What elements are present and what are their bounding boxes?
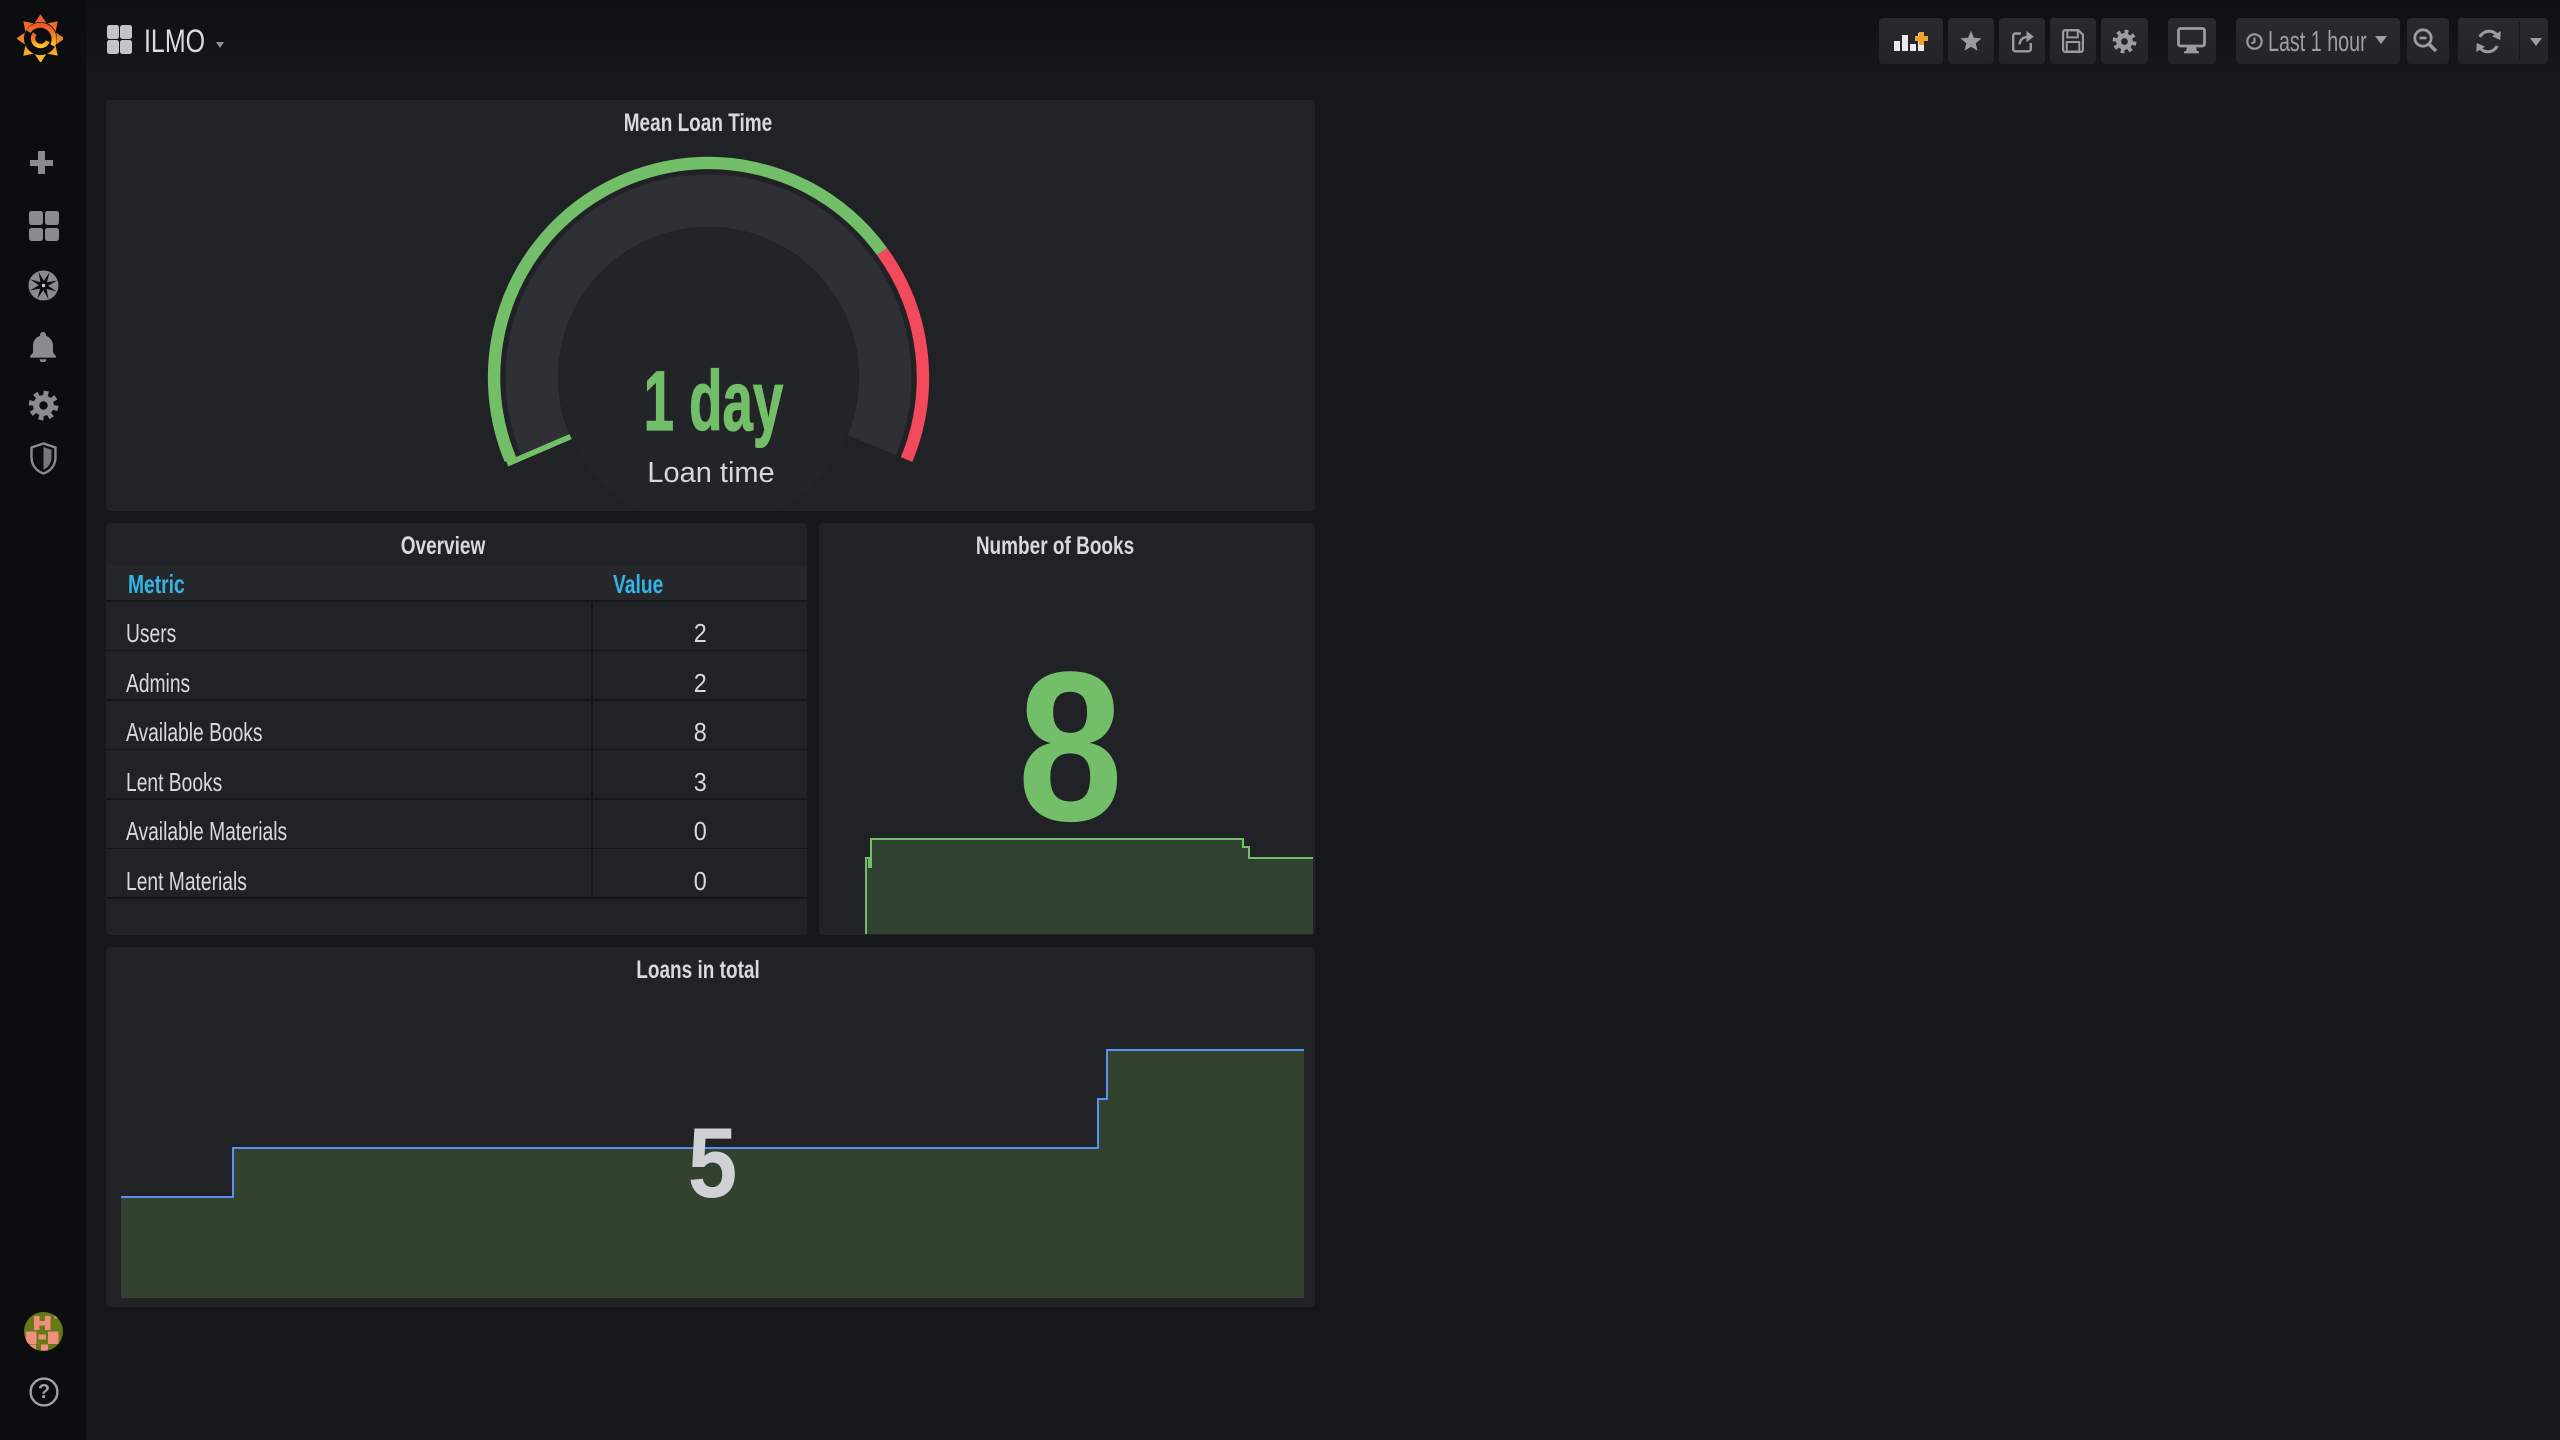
- svg-text:?: ?: [37, 1381, 49, 1403]
